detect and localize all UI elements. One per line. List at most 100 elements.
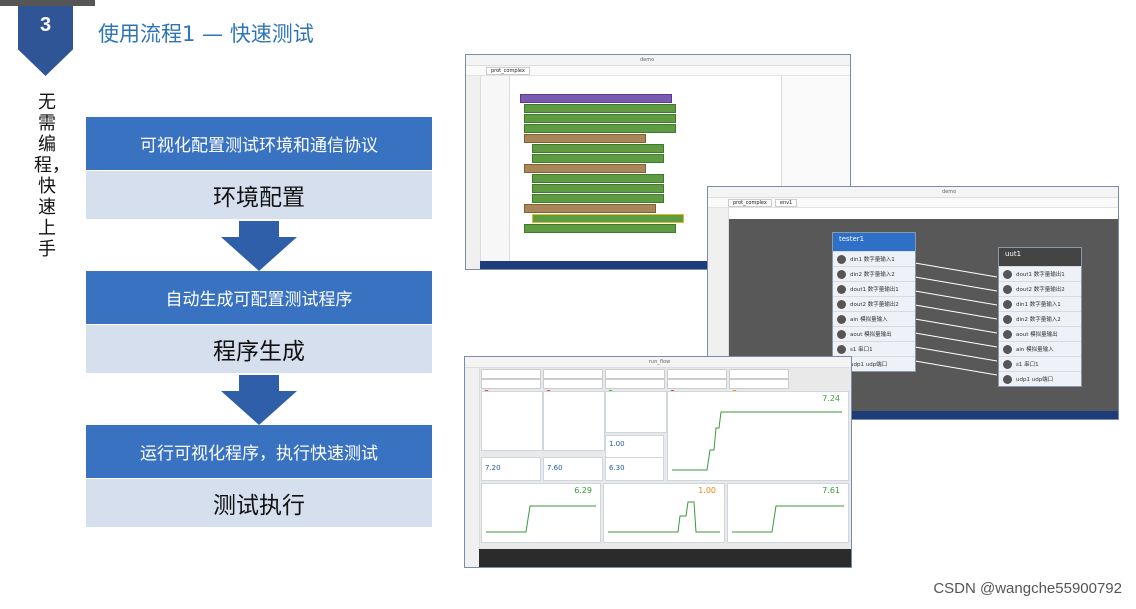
tab-prot-complex[interactable]: prot_complex <box>486 66 530 75</box>
gauge-box: 6.30 <box>605 457 664 481</box>
window-title: run_flow <box>649 359 671 365</box>
node-port[interactable]: dout2 数字量输出2 <box>999 281 1081 296</box>
node-port[interactable]: din1 数字量输入1 <box>999 296 1081 311</box>
port-icon <box>837 284 846 294</box>
node-port[interactable]: ain 模拟量输入 <box>999 341 1081 356</box>
top-strip <box>0 0 95 6</box>
run-dashboard-screenshot: run_flow 1.00 7.20 7.60 6.30 7.24 6.29 1… <box>464 356 852 568</box>
node-port[interactable]: s1 串口1 <box>833 341 915 356</box>
port-icon <box>837 329 846 339</box>
port-icon <box>1003 299 1012 309</box>
port-label: din2 数字量输入2 <box>850 272 895 278</box>
port-label: dout1 数字量输出1 <box>850 287 899 293</box>
node-port[interactable]: udp1 udp端口 <box>999 371 1081 386</box>
trend-chart-3: 7.61 <box>727 483 849 543</box>
watermark: CSDN @wangche55900792 <box>933 580 1122 597</box>
block-palette <box>481 76 510 261</box>
indicator-led <box>481 369 541 385</box>
indicator-led <box>543 369 603 385</box>
step2-stage: 程序生成 <box>86 325 432 373</box>
port-label: aout 模拟量输出 <box>850 332 892 338</box>
port-label: udp1 udp端口 <box>850 362 888 368</box>
side-toolbar <box>465 368 480 567</box>
down-arrow-icon <box>221 221 297 271</box>
gauge-value: 6.30 <box>609 464 625 472</box>
gauge-box: 7.60 <box>543 457 603 481</box>
port-icon <box>837 314 846 324</box>
port-icon <box>1003 344 1012 354</box>
node-port[interactable]: s1 串口1 <box>999 356 1081 371</box>
indicator-led <box>605 379 665 395</box>
port-label: ain 模拟量输入 <box>850 317 888 323</box>
uut1-node[interactable]: uut1 dout1 数字量输出1 dout2 数字量输出2 din1 数字量输入1… <box>998 247 1082 387</box>
tab-env1[interactable]: env1 <box>774 198 798 207</box>
trend-chart-1: 6.29 <box>481 483 601 543</box>
indicator-led <box>729 379 789 395</box>
node-title: uut1 <box>999 248 1081 266</box>
indicator-led <box>729 369 789 385</box>
status-bar <box>479 549 851 567</box>
step2-action: 自动生成可配置测试程序 <box>86 271 432 324</box>
chart-value: 1.00 <box>698 486 716 495</box>
port-label: dout2 数字量输出2 <box>850 302 899 308</box>
gauge-value: 7.20 <box>485 464 501 472</box>
step3-stage: 测试执行 <box>86 479 432 527</box>
section-number: 3 <box>39 14 52 36</box>
chart-value: 7.24 <box>822 394 840 403</box>
port-icon <box>1003 359 1012 369</box>
port-label: s1 串口1 <box>850 347 873 353</box>
chart-value: 6.29 <box>574 486 592 495</box>
node-port[interactable]: ain 模拟量输入 <box>833 311 915 326</box>
port-icon <box>837 344 846 354</box>
step3-action: 运行可视化程序，执行快速测试 <box>86 425 432 478</box>
port-label: dout2 数字量输出2 <box>1016 287 1065 293</box>
port-icon <box>1003 269 1012 279</box>
tester1-node[interactable]: tester1 din1 数字量输入1 din2 数字量输入2 dout1 数字量输… <box>832 232 916 372</box>
step1-stage: 环境配置 <box>86 171 432 219</box>
window-title: demo <box>640 57 655 63</box>
port-label: ain 模拟量输入 <box>1016 347 1054 353</box>
port-label: din1 数字量输入1 <box>850 257 895 263</box>
chart-value: 7.61 <box>822 486 840 495</box>
indicator-led <box>543 379 603 395</box>
gauge-box: 1.00 <box>605 435 664 459</box>
node-port[interactable]: aout 模拟量输出 <box>833 326 915 341</box>
port-label: din1 数字量输入1 <box>1016 302 1061 308</box>
node-port[interactable]: dout1 数字量输出1 <box>999 266 1081 281</box>
switch-panel-3 <box>605 391 667 433</box>
port-label: din2 数字量输入2 <box>1016 317 1061 323</box>
node-port[interactable]: dout1 数字量输出1 <box>833 281 915 296</box>
port-icon <box>837 254 846 264</box>
node-port[interactable]: din2 数字量输入2 <box>999 311 1081 326</box>
node-port[interactable]: aout 模拟量输出 <box>999 326 1081 341</box>
node-port[interactable]: din1 数字量输入1 <box>833 251 915 266</box>
port-label: dout1 数字量输出1 <box>1016 272 1065 278</box>
side-toolbar <box>466 76 481 269</box>
step1-action: 可视化配置测试环境和通信协议 <box>86 117 432 170</box>
port-icon <box>1003 284 1012 294</box>
indicator-led <box>667 379 727 395</box>
port-icon <box>837 269 846 279</box>
slide-title: 使用流程1 — 快速测试 <box>98 22 314 46</box>
vertical-caption: 无需编程，快速上手 <box>34 92 70 260</box>
trend-chart-2: 1.00 <box>603 483 725 543</box>
down-arrow-icon <box>221 375 297 425</box>
port-label: udp1 udp端口 <box>1016 377 1054 383</box>
port-icon <box>1003 314 1012 324</box>
trend-chart-main: 7.24 <box>667 391 849 481</box>
switch-panel-1 <box>481 391 543 451</box>
port-icon <box>837 299 846 309</box>
port-label: s1 串口1 <box>1016 362 1039 368</box>
gauge-value: 1.00 <box>609 440 625 448</box>
indicator-led <box>667 369 727 385</box>
switch-panel-2 <box>543 391 605 451</box>
port-icon <box>1003 374 1012 384</box>
tab-prot-complex[interactable]: prot_complex <box>728 198 772 207</box>
port-icon <box>1003 329 1012 339</box>
indicator-led <box>605 369 665 385</box>
gauge-value: 7.60 <box>547 464 563 472</box>
node-port[interactable]: din2 数字量输入2 <box>833 266 915 281</box>
port-label: aout 模拟量输出 <box>1016 332 1058 338</box>
node-port[interactable]: dout2 数字量输出2 <box>833 296 915 311</box>
indicator-led <box>481 379 541 395</box>
